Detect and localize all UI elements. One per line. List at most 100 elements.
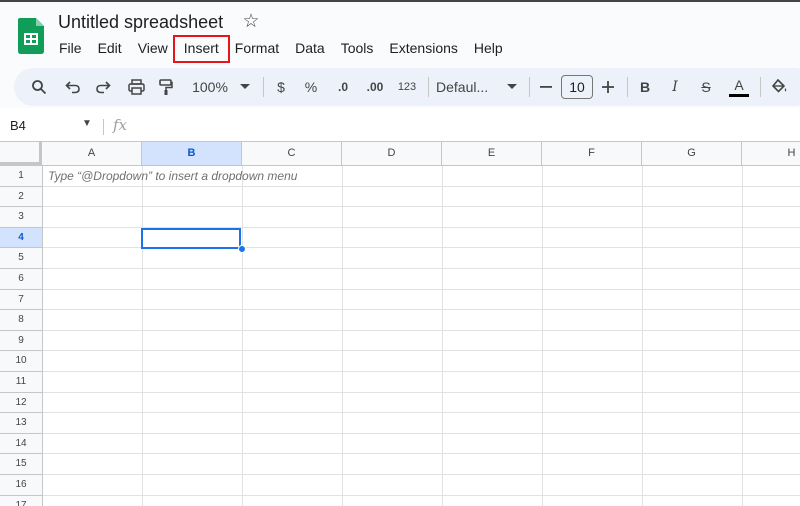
menu-help[interactable]: Help — [466, 38, 511, 60]
toolbar: 100% $ % .0 .00 123 Defaul... B I S — [14, 68, 800, 106]
name-box[interactable]: B4 ▼ — [10, 118, 100, 136]
text-color-button[interactable]: A — [725, 68, 753, 106]
grid-row-line — [43, 371, 800, 372]
grid-row-line — [43, 432, 800, 434]
toolbar-divider — [760, 77, 761, 97]
row-header-5[interactable]: 5 — [0, 248, 43, 269]
formula-bar-divider — [103, 119, 104, 135]
selected-cell-b4[interactable] — [141, 228, 241, 249]
bold-button[interactable]: B — [633, 68, 657, 106]
undo-icon[interactable] — [60, 68, 86, 106]
grid-column-line — [142, 166, 143, 506]
toolbar-divider — [263, 77, 264, 97]
toolbar-wrapper: 100% $ % .0 .00 123 Defaul... B I S — [0, 66, 800, 108]
row-header-11[interactable]: 11 — [0, 372, 43, 393]
menu-view[interactable]: View — [130, 38, 176, 60]
menu-file[interactable]: File — [51, 38, 90, 60]
font-size-input[interactable] — [561, 75, 593, 99]
grid-row-line — [43, 185, 800, 187]
increase-decimal-button[interactable]: .00 — [361, 68, 389, 106]
menu-bar: File Edit View Insert Format Data Tools … — [51, 35, 511, 63]
column-header-c[interactable]: C — [242, 142, 342, 166]
number-format-button[interactable]: 123 — [394, 68, 420, 106]
sheets-logo-icon[interactable] — [18, 18, 44, 54]
grid-row-line — [43, 329, 800, 331]
fx-icon: fx — [113, 116, 128, 134]
column-header-g[interactable]: G — [642, 142, 742, 166]
fill-handle[interactable] — [238, 245, 246, 253]
increase-decimal-label: .00 — [366, 80, 384, 94]
column-header-e[interactable]: E — [442, 142, 542, 166]
toolbar-divider — [529, 77, 530, 97]
grid-column-line — [242, 166, 243, 506]
column-header-b[interactable]: B — [142, 142, 242, 166]
grid-column-line — [442, 166, 443, 506]
row-header-13[interactable]: 13 — [0, 413, 43, 434]
column-header-d[interactable]: D — [342, 142, 442, 166]
row-header-17[interactable]: 17 — [0, 495, 43, 506]
text-color-label: A — [734, 76, 744, 93]
row-header-2[interactable]: 2 — [0, 186, 43, 208]
decrease-decimal-button[interactable]: .0 — [330, 68, 356, 106]
menu-edit[interactable]: Edit — [90, 38, 130, 60]
column-header-f[interactable]: F — [542, 142, 642, 166]
redo-icon[interactable] — [90, 68, 116, 106]
font-family-select[interactable]: Defaul... — [436, 68, 500, 106]
grid-row-line — [43, 494, 800, 496]
fill-color-icon[interactable] — [766, 68, 792, 106]
formula-bar: B4 ▼ fx — [0, 114, 800, 140]
column-header-h[interactable]: H — [742, 142, 800, 166]
row-header-7[interactable]: 7 — [0, 289, 43, 311]
paint-format-icon[interactable] — [153, 68, 179, 106]
grid-row-line — [43, 206, 800, 208]
text-color-swatch — [729, 93, 749, 97]
toolbar-divider — [627, 77, 628, 97]
grid-column-line — [642, 166, 643, 506]
menu-tools[interactable]: Tools — [333, 38, 382, 60]
zoom-dropdown-icon[interactable] — [237, 68, 253, 106]
row-header-6[interactable]: 6 — [0, 269, 43, 290]
zoom-select[interactable]: 100% — [186, 68, 234, 106]
row-header-12[interactable]: 12 — [0, 392, 43, 414]
dropdown-hint-text: Type “@Dropdown” to insert a dropdown me… — [48, 169, 298, 183]
row-header-10[interactable]: 10 — [0, 351, 43, 372]
strikethrough-button[interactable]: S — [694, 68, 718, 106]
document-title[interactable]: Untitled spreadsheet — [58, 12, 223, 33]
app-header: Untitled spreadsheet ☆ File Edit View In… — [0, 2, 800, 66]
cell-area[interactable]: Type “@Dropdown” to insert a dropdown me… — [43, 166, 800, 506]
column-header-a[interactable]: A — [42, 142, 142, 166]
currency-format-button[interactable]: $ — [269, 68, 293, 106]
spreadsheet-grid: ABCDEFGH 1 2 3 4 5 6 7 8 9 10 11 12 13 14 15 16 17 Type … — [0, 141, 800, 506]
grid-row-line — [43, 453, 800, 455]
row-header-4[interactable]: 4 — [0, 227, 43, 249]
search-icon[interactable] — [26, 68, 52, 106]
row-header-8[interactable]: 8 — [0, 310, 43, 331]
row-header-16[interactable]: 16 — [0, 475, 43, 496]
grid-column-line — [342, 166, 343, 506]
cell-reference: B4 — [10, 118, 26, 133]
row-header-3[interactable]: 3 — [0, 207, 43, 228]
star-icon[interactable]: ☆ — [241, 11, 261, 33]
increase-font-size-icon[interactable] — [598, 68, 618, 106]
decrease-font-size-icon[interactable] — [536, 68, 556, 106]
font-dropdown-icon[interactable] — [504, 68, 520, 106]
menu-insert[interactable]: Insert — [172, 35, 230, 63]
select-all-corner[interactable] — [0, 142, 43, 166]
row-header-9[interactable]: 9 — [0, 330, 43, 352]
grid-row-line — [43, 268, 800, 269]
grid-row-line — [43, 391, 800, 393]
print-icon[interactable] — [123, 68, 149, 106]
italic-button[interactable]: I — [663, 68, 687, 106]
grid-column-line — [742, 166, 743, 506]
grid-row-line — [43, 350, 800, 352]
name-box-dropdown-icon[interactable]: ▼ — [82, 118, 92, 129]
menu-data[interactable]: Data — [287, 38, 333, 60]
menu-extensions[interactable]: Extensions — [381, 38, 465, 60]
row-header-1[interactable]: 1 — [0, 166, 43, 187]
percent-format-button[interactable]: % — [299, 68, 323, 106]
row-header-15[interactable]: 15 — [0, 454, 43, 475]
menu-format[interactable]: Format — [227, 38, 287, 60]
row-header-14[interactable]: 14 — [0, 433, 43, 455]
grid-row-line — [43, 412, 800, 414]
grid-row-line — [43, 288, 800, 290]
